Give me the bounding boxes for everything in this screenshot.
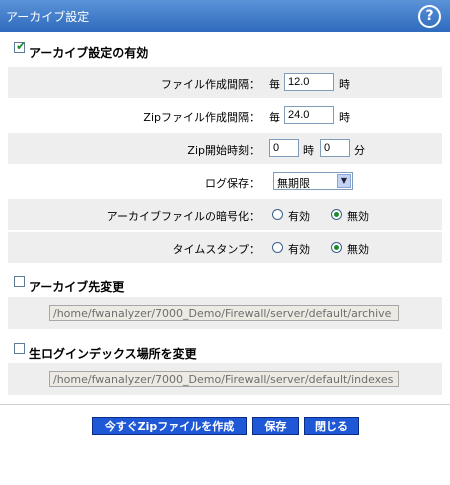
dialog-title: アーカイブ設定 — [6, 10, 90, 24]
chevron-down-icon[interactable]: ▼ — [337, 174, 351, 188]
timestamp-enable-radio[interactable] — [272, 242, 283, 253]
dest-change-checkbox[interactable] — [14, 276, 25, 287]
log-retention-select[interactable]: 無期限 ▼ — [273, 172, 353, 190]
zip-start-hour-unit: 時 — [303, 144, 314, 157]
dest-path-field[interactable]: /home/fwanalyzer/7000_Demo/Firewall/serv… — [49, 305, 399, 321]
log-retention-row: ログ保存： 無期限 ▼ — [8, 166, 442, 197]
zip-start-minute-unit: 分 — [354, 144, 365, 157]
index-path-field[interactable]: /home/fwanalyzer/7000_Demo/Firewall/serv… — [49, 371, 399, 387]
file-interval-row: ファイル作成間隔： 毎 時 — [8, 67, 442, 98]
file-interval-label: ファイル作成間隔： — [161, 78, 260, 91]
timestamp-label: タイムスタンプ： — [172, 243, 260, 256]
checkmark-icon: ✔ — [16, 39, 27, 53]
timestamp-disable-label: 無効 — [347, 243, 369, 256]
encryption-enable-radio[interactable] — [272, 209, 283, 220]
zip-interval-label: Zipファイル作成間隔： — [143, 111, 260, 124]
save-button[interactable]: 保存 — [252, 417, 299, 435]
encryption-label: アーカイブファイルの暗号化： — [106, 210, 260, 223]
zip-interval-row: Zipファイル作成間隔： 毎 時 — [8, 100, 442, 131]
encryption-row: アーカイブファイルの暗号化： 有効 無効 — [8, 199, 442, 230]
index-change-label: 生ログインデックス場所を変更 — [29, 347, 197, 361]
zip-interval-unit: 時 — [339, 111, 350, 124]
title-bar: アーカイブ設定 ? — [0, 0, 450, 32]
timestamp-disable-radio[interactable] — [331, 242, 342, 253]
footer-divider — [0, 404, 450, 405]
zip-interval-input[interactable] — [284, 106, 334, 124]
zip-interval-prefix: 毎 — [269, 111, 280, 124]
index-change-checkbox[interactable] — [14, 343, 25, 354]
timestamp-enable-label: 有効 — [288, 243, 310, 256]
encryption-disable-radio[interactable] — [331, 209, 342, 220]
encryption-disable-label: 無効 — [347, 210, 369, 223]
file-interval-input[interactable] — [284, 73, 334, 91]
timestamp-row: タイムスタンプ： 有効 無効 — [8, 232, 442, 263]
file-interval-unit: 時 — [339, 78, 350, 91]
help-icon[interactable]: ? — [418, 5, 441, 28]
dest-panel: /home/fwanalyzer/7000_Demo/Firewall/serv… — [8, 297, 442, 329]
zip-start-label: Zip開始時刻： — [187, 144, 260, 157]
enable-archive-checkbox[interactable]: ✔ — [14, 39, 27, 53]
index-panel: /home/fwanalyzer/7000_Demo/Firewall/serv… — [8, 363, 442, 395]
zip-start-minute-input[interactable] — [320, 139, 350, 157]
radio-dot-icon — [334, 212, 339, 217]
zip-start-hour-input[interactable] — [269, 139, 299, 157]
close-button[interactable]: 閉じる — [304, 417, 359, 435]
dest-change-label: アーカイブ先変更 — [29, 280, 125, 294]
create-zip-button[interactable]: 今すぐZipファイルを作成 — [92, 417, 247, 435]
enable-archive-label: アーカイブ設定の有効 — [29, 46, 149, 60]
log-retention-label: ログ保存： — [205, 177, 260, 190]
encryption-enable-label: 有効 — [288, 210, 310, 223]
zip-start-row: Zip開始時刻： 時 分 — [8, 133, 442, 164]
radio-dot-icon — [334, 245, 339, 250]
file-interval-prefix: 毎 — [269, 78, 280, 91]
log-retention-value: 無期限 — [277, 177, 310, 190]
